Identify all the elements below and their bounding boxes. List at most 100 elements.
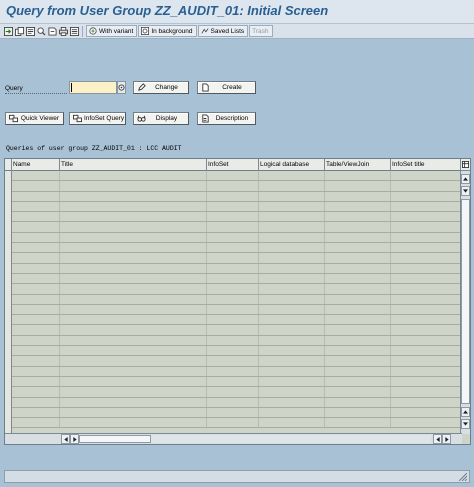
table-cell (207, 346, 259, 356)
horizontal-scrollbar[interactable] (5, 433, 462, 444)
table-row[interactable] (12, 212, 462, 223)
table-row[interactable] (12, 171, 462, 182)
arrow-right-icon (444, 436, 449, 442)
table-cell (12, 315, 60, 325)
execute-icon[interactable] (3, 26, 13, 37)
scroll-down-button[interactable] (461, 419, 470, 429)
table-row[interactable] (12, 222, 462, 233)
column-header-name[interactable]: Name (12, 159, 60, 171)
trash-button[interactable]: Trash (249, 25, 273, 37)
table-cell (259, 376, 325, 387)
column-header-logical-database[interactable]: Logical database (259, 159, 325, 171)
table-row[interactable] (12, 273, 462, 285)
table-cell (60, 191, 207, 201)
table-header: Name Title InfoSet Logical database Tabl… (5, 159, 462, 171)
table-row[interactable] (12, 304, 462, 316)
table-cell (325, 304, 391, 315)
table-cell (207, 356, 259, 366)
table-cell (391, 171, 462, 181)
glasses-icon (137, 115, 146, 122)
scroll-right-button[interactable] (442, 434, 451, 444)
column-settings-button[interactable] (461, 159, 470, 171)
table-row[interactable] (12, 356, 462, 367)
table-cell (259, 315, 325, 325)
table-cell (60, 366, 207, 376)
table-row[interactable] (12, 325, 462, 336)
query-input[interactable] (69, 81, 117, 94)
display-button[interactable]: Display (133, 112, 189, 125)
search-help-button[interactable] (117, 81, 126, 94)
table-cell (207, 376, 259, 387)
table-cell (391, 407, 462, 418)
table-row[interactable] (12, 366, 462, 377)
scroll-right-small-button[interactable] (70, 434, 79, 444)
table-cell (391, 222, 462, 232)
get-icon[interactable] (47, 26, 57, 37)
table-row[interactable] (12, 346, 462, 357)
table-row[interactable] (12, 243, 462, 254)
table-cell (60, 201, 207, 212)
table-row[interactable] (12, 387, 462, 398)
table-cell (12, 273, 60, 284)
saved-lists-icon (200, 28, 209, 34)
table-row[interactable] (12, 263, 462, 274)
scroll-up-button[interactable] (461, 174, 470, 184)
infoset-query-button[interactable]: InfoSet Query (69, 112, 126, 125)
table-row[interactable] (12, 376, 462, 388)
row-selector-column[interactable] (5, 171, 12, 434)
description-button[interactable]: Description (197, 112, 256, 125)
arrow-left-icon (63, 436, 68, 442)
table-row[interactable] (12, 232, 462, 244)
variant-icon (89, 27, 97, 35)
column-header-table-view-join[interactable]: Table/ViewJoin (325, 159, 391, 171)
table-row[interactable] (12, 201, 462, 213)
table-cell (207, 325, 259, 335)
column-header-title[interactable]: Title (60, 159, 207, 171)
resize-grip-icon[interactable] (459, 473, 467, 481)
select-all-column[interactable] (5, 159, 12, 171)
table-row[interactable] (12, 294, 462, 305)
print-icon[interactable] (58, 26, 68, 37)
scroll-left-small-button[interactable] (433, 434, 442, 444)
table-cell (325, 418, 391, 428)
with-variant-button[interactable]: With variant (86, 25, 138, 37)
table-row[interactable] (12, 191, 462, 202)
change-button[interactable]: Change (133, 81, 189, 94)
table-cell (60, 284, 207, 294)
table-cell (259, 304, 325, 315)
column-header-infoset-title[interactable]: InfoSet title (391, 159, 462, 171)
table-row[interactable] (12, 407, 462, 419)
create-button[interactable]: Create (197, 81, 256, 94)
table-cell (12, 397, 60, 407)
quick-viewer-button[interactable]: Quick Viewer (5, 112, 64, 125)
table-row[interactable] (12, 418, 462, 429)
table-cell (12, 181, 60, 191)
execute-print-icon[interactable] (25, 26, 35, 37)
table-row[interactable] (12, 335, 462, 347)
table-row[interactable] (12, 315, 462, 326)
scroll-down-small-button[interactable] (461, 186, 470, 196)
table-row[interactable] (12, 284, 462, 295)
vertical-scroll-thumb[interactable] (461, 199, 470, 404)
scroll-up-small-button[interactable] (461, 407, 470, 417)
details-icon[interactable] (69, 26, 79, 37)
column-header-infoset[interactable]: InfoSet (207, 159, 259, 171)
saved-lists-button[interactable]: Saved Lists (197, 25, 249, 37)
table-row[interactable] (12, 253, 462, 264)
table-cell (60, 273, 207, 284)
create-label: Create (222, 84, 242, 91)
horizontal-scroll-track[interactable] (79, 435, 431, 443)
copy-icon[interactable] (14, 26, 24, 37)
table-cell (12, 201, 60, 212)
table-cell (207, 335, 259, 346)
table-row[interactable] (12, 397, 462, 408)
scroll-left-button[interactable] (61, 434, 70, 444)
table-row[interactable] (12, 181, 462, 192)
in-background-button[interactable]: In background (138, 25, 197, 37)
vertical-scrollbar[interactable] (460, 159, 470, 434)
table-cell (325, 335, 391, 346)
choice-icon[interactable] (36, 26, 46, 37)
horizontal-scroll-thumb[interactable] (79, 435, 151, 443)
table-cell (259, 263, 325, 273)
table-cell (391, 387, 462, 397)
